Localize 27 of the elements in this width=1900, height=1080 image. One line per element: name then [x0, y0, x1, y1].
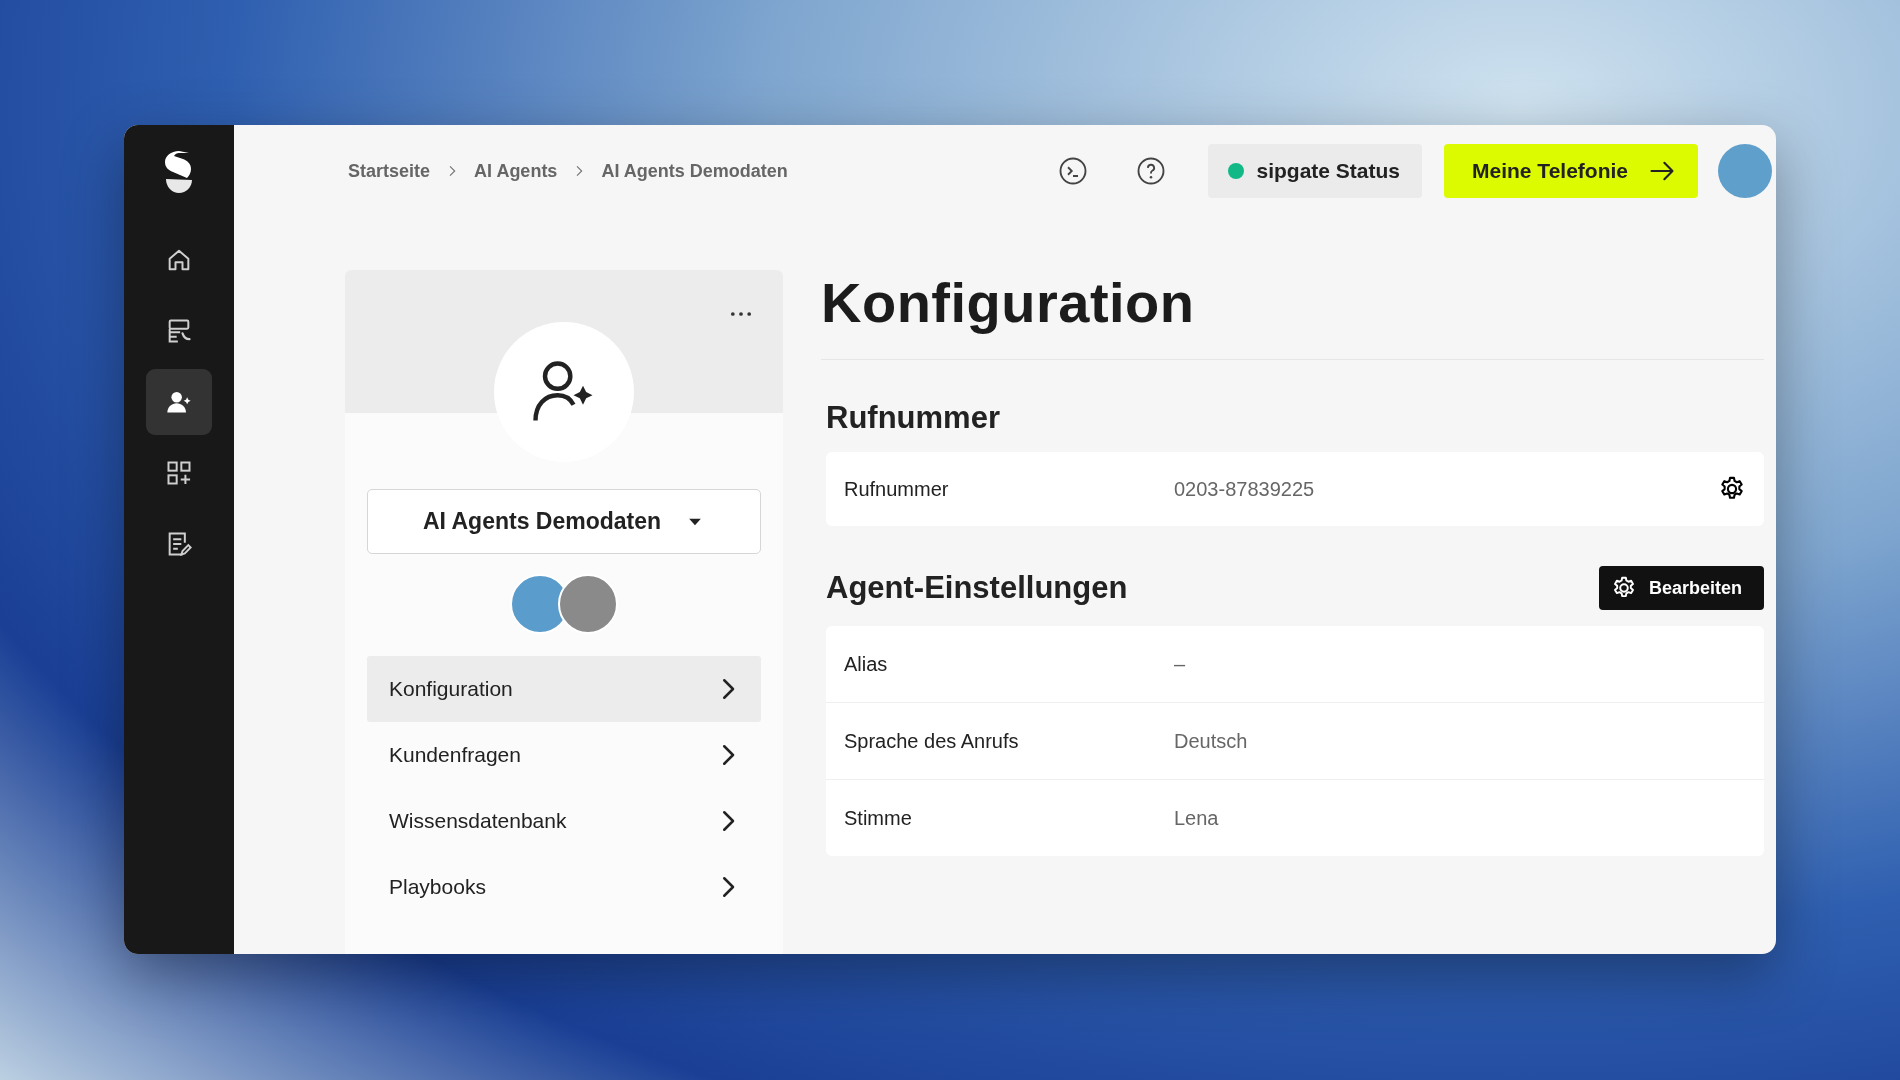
agent-dropdown[interactable]: AI Agents Demodaten: [367, 489, 761, 554]
field-label: Rufnummer: [844, 477, 950, 501]
menu-item[interactable]: Playbooks: [367, 854, 761, 920]
primary-button[interactable]: Meine Telefonie: [1444, 144, 1698, 198]
field-label: Alias: [844, 652, 889, 676]
breadcrumb-link[interactable]: AI Agents Demodaten: [601, 160, 788, 182]
menu-item[interactable]: Konfiguration: [367, 656, 761, 722]
user-avatar[interactable]: [1718, 144, 1772, 198]
menu-item[interactable]: Wissensdatenbank: [367, 788, 761, 854]
menu-item[interactable]: Kundenfragen: [367, 722, 761, 788]
edit-button[interactable]: Bearbeiten: [1598, 566, 1764, 610]
status-button[interactable]: sipgate Status: [1208, 144, 1422, 198]
terminal-icon[interactable]: [1058, 156, 1089, 186]
breadcrumb-link[interactable]: AI Agents: [474, 160, 558, 182]
field-label: Stimme: [844, 806, 913, 830]
field-label: Sprache des Anrufs: [844, 729, 1020, 753]
grid-plus-icon: [165, 459, 193, 487]
section-title: Rufnummer: [826, 400, 1000, 436]
breadcrumb-link[interactable]: Startseite: [348, 160, 431, 182]
field-value: Deutsch: [1174, 729, 1249, 753]
section-title: Agent-Einstellungen: [826, 570, 1128, 606]
field-value: –: [1174, 652, 1187, 676]
nav-item[interactable]: [146, 369, 212, 435]
page-title: Konfiguration: [821, 270, 1764, 360]
help-icon[interactable]: [1136, 156, 1167, 186]
field-value: 0203-87839225: [1174, 477, 1316, 501]
field-value: Lena: [1174, 806, 1220, 830]
